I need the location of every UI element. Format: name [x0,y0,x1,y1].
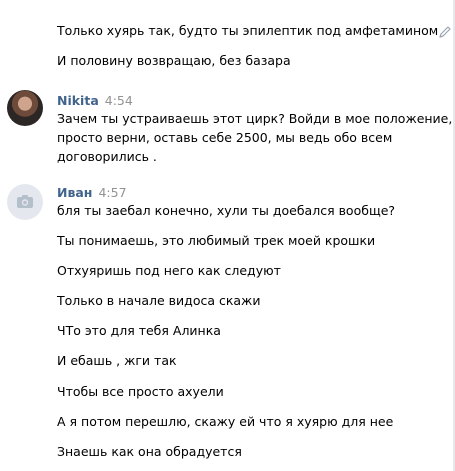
author-name[interactable]: Nikita [57,93,99,108]
avatar[interactable] [7,184,43,220]
chat-history: Только хуярь так, будто ты эпилептик под… [0,0,455,471]
avatar[interactable] [7,90,43,126]
message-time[interactable]: 4:54 [105,93,133,108]
message-text: А я потом перешлю, скажу ей что я хуярю … [57,414,394,429]
message-text: И половину возвращаю, без базара [57,53,291,68]
message-text: Только в начале видоса скажи [57,293,261,308]
pencil-icon[interactable] [438,25,452,39]
message-text: ЧТо это для тебя Алинка [57,323,221,338]
message-text: Зачем ты устраиваешь этот цирк? Войди в … [57,111,453,126]
message-header: Иван 4:57 [57,184,127,202]
message-text: Знаешь как она обрадуется [57,444,242,459]
author-name[interactable]: Иван [57,185,92,200]
message-text: Отхуяришь под него как следуют [57,263,281,278]
message-text: Чтобы все просто ахуели [57,384,224,399]
message-time[interactable]: 4:57 [98,185,126,200]
message-text: договорились . [57,149,157,164]
message-text: бля ты заебал конечно, хули ты доебался … [57,203,396,218]
message-header: Nikita 4:54 [57,92,133,110]
camera-icon [17,195,33,208]
message-text: Ты понимаешь, это любимый трек моей крош… [57,233,376,248]
message-text: просто верни, оставь себе 2500, мы ведь … [57,130,393,145]
message-text: И ебашь , жги так [57,353,177,368]
message-text: Только хуярь так, будто ты эпилептик под… [57,23,439,38]
